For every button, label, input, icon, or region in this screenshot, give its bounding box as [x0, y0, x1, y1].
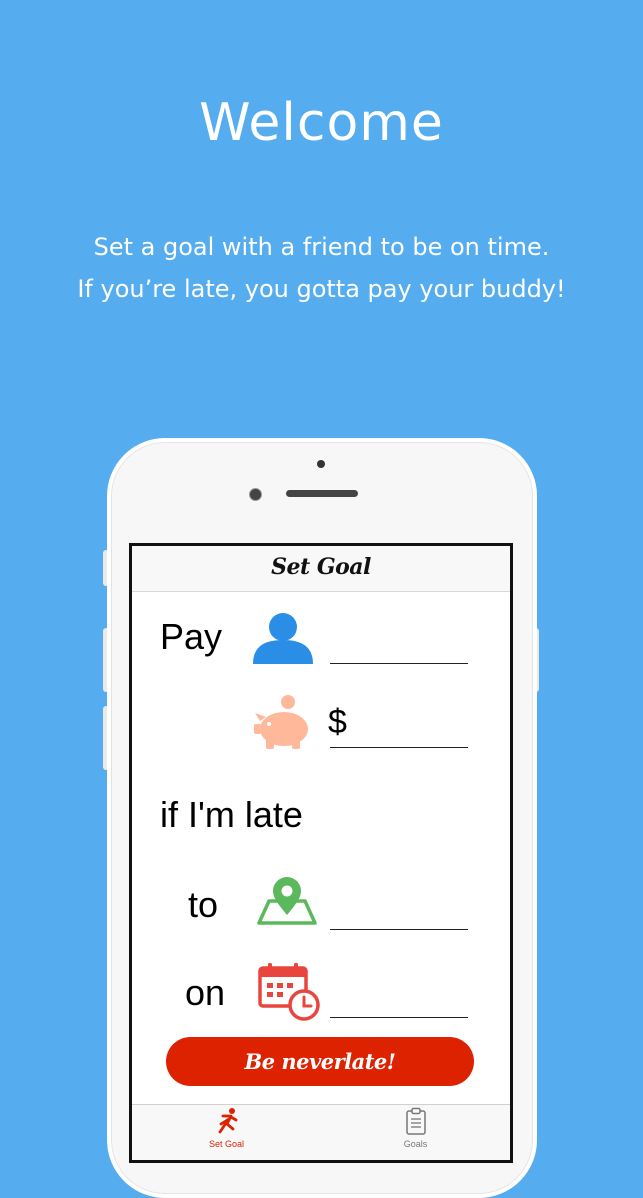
calendar-clock-icon[interactable]	[258, 961, 322, 1023]
amount-input[interactable]	[330, 747, 468, 748]
buddy-input[interactable]	[330, 663, 468, 664]
person-icon[interactable]	[250, 610, 316, 666]
nav-title: Set Goal	[271, 554, 371, 580]
phone-sensor	[317, 460, 325, 468]
location-pin-icon[interactable]	[255, 877, 319, 927]
on-label: on	[185, 972, 226, 1013]
welcome-heading: Welcome	[199, 92, 444, 153]
intro-line-2: If you’re late, you gotta pay your buddy…	[77, 275, 566, 303]
intro-text: Set a goal with a friend to be on time. …	[0, 226, 643, 310]
navigation-bar: Set Goal	[132, 546, 510, 592]
date-input[interactable]	[330, 1017, 468, 1018]
pay-label: Pay	[160, 616, 223, 657]
tab-set-goal[interactable]: Set Goal	[132, 1107, 321, 1149]
running-person-icon	[218, 1108, 237, 1134]
piggy-bank-icon[interactable]	[252, 693, 314, 751]
intro-line-1: Set a goal with a friend to be on time.	[93, 233, 550, 261]
phone-speaker	[286, 490, 358, 497]
phone-front-camera	[249, 488, 262, 501]
tab-bar: Set Goal Goals	[132, 1104, 510, 1160]
location-input[interactable]	[330, 929, 468, 930]
tab-goals[interactable]: Goals	[321, 1107, 510, 1149]
currency-symbol: $	[328, 703, 347, 741]
late-label: if I'm late	[160, 794, 303, 835]
app-screen: Set Goal Pay $ if I'm late to on Be neve…	[129, 543, 513, 1163]
be-neverlate-button[interactable]: Be neverlate!	[166, 1037, 474, 1086]
clipboard-icon	[405, 1107, 426, 1135]
to-label: to	[188, 884, 219, 925]
